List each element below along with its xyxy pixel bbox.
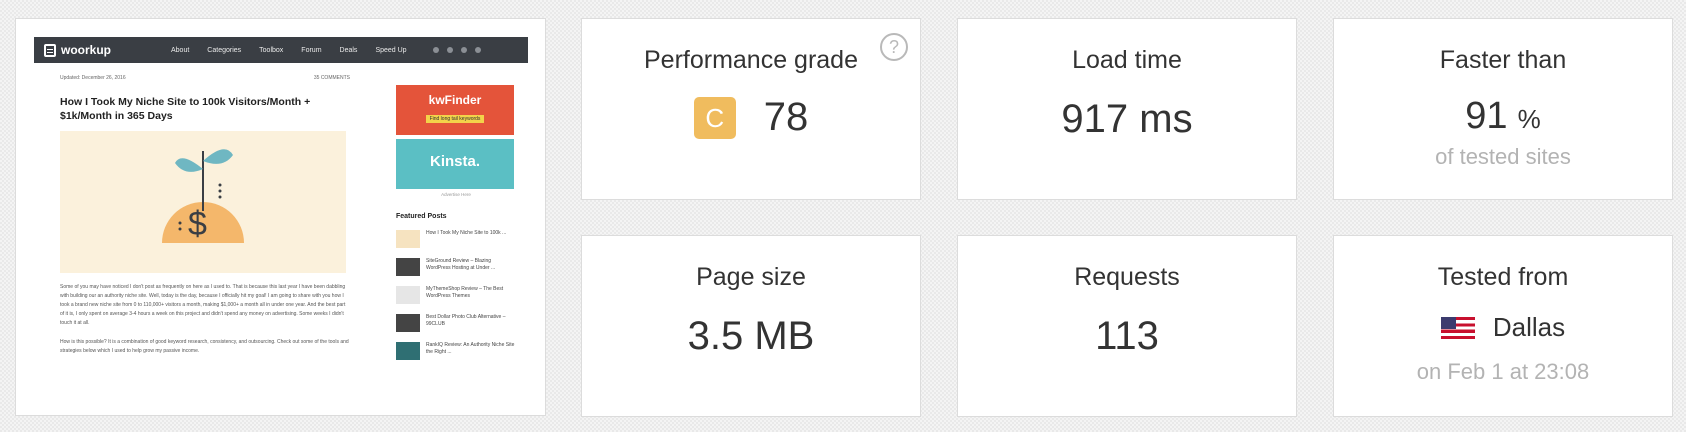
logo-icon — [44, 43, 56, 57]
grade-badge: C — [693, 96, 736, 139]
help-icon[interactable]: ? — [880, 33, 908, 61]
faster-than-label: Faster than — [1439, 46, 1567, 74]
ad-brand: Kinsta. — [429, 153, 480, 170]
load-time-value: 917 ms — [1061, 97, 1193, 141]
faster-than-value: 91 — [1465, 95, 1508, 137]
social-icon — [460, 47, 467, 53]
faster-than-card: Faster than 91% of tested sites — [1333, 18, 1673, 200]
site-name: woorkup — [61, 43, 111, 57]
featured-title: SiteGround Review – Blazing WordPress Ho… — [426, 258, 496, 271]
test-location: Dallas — [1492, 312, 1566, 342]
requests-label: Requests — [1074, 263, 1180, 291]
performance-grade-label: Performance grade — [643, 46, 858, 74]
site-logo: woorkup — [44, 43, 111, 57]
requests-value: 113 — [1095, 314, 1159, 358]
post-updated: Updated: December 26, 2016 — [60, 75, 126, 81]
featured-thumb — [396, 230, 420, 248]
featured-item: RankIQ Review: An Authority Niche Site t… — [396, 342, 516, 360]
site-article: Updated: December 26, 2016 35 COMMENTS H… — [60, 75, 350, 356]
nav-link: Speed Up — [375, 46, 407, 54]
page-size-label: Page size — [696, 263, 806, 291]
post-meta: Updated: December 26, 2016 35 COMMENTS — [60, 75, 350, 81]
featured-thumb — [396, 342, 420, 360]
ad-tagline: Find long tail keywords — [425, 115, 485, 123]
social-icon — [432, 47, 439, 53]
featured-title: Best Dollar Photo Club Alternative – 99C… — [426, 314, 506, 327]
hero-illustration: $ — [60, 131, 346, 273]
featured-item: SiteGround Review – Blazing WordPress Ho… — [396, 258, 516, 276]
featured-item: MyThemeShop Review – The Best WordPress … — [396, 286, 516, 304]
page-screenshot: woorkup About Categories Toolbox Forum D… — [34, 37, 528, 407]
featured-thumb — [396, 258, 420, 276]
faster-than-row: 91% — [1334, 95, 1672, 138]
featured-title: How I Took My Niche Site to 100k ... — [426, 230, 507, 236]
featured-title: RankIQ Review: An Authority Niche Site t… — [426, 342, 515, 355]
grade-value: 78 — [763, 95, 809, 139]
featured-thumb — [396, 286, 420, 304]
load-time-label: Load time — [1072, 46, 1182, 74]
post-comments: 35 COMMENTS — [313, 75, 350, 81]
grade-row: C 78 — [582, 95, 920, 140]
site-nav-bar: woorkup About Categories Toolbox Forum D… — [34, 37, 528, 63]
post-paragraph: How is this possible? It is a combinatio… — [60, 339, 349, 354]
nav-link: Deals — [339, 46, 358, 54]
featured-heading: Featured Posts — [396, 213, 447, 220]
us-flag-icon — [1440, 316, 1475, 339]
nav-link: Categories — [207, 46, 242, 54]
featured-title: MyThemeShop Review – The Best WordPress … — [426, 286, 504, 299]
svg-text:$: $ — [188, 205, 207, 243]
nav-link: Toolbox — [259, 46, 284, 54]
ad-banner: kwFinder Find long tail keywords — [396, 85, 514, 135]
load-time-card: Load time 917 ms — [957, 18, 1297, 200]
test-date: on Feb 1 at 23:08 — [1416, 359, 1590, 384]
nav-link: About — [171, 46, 190, 54]
faster-than-subtext: of tested sites — [1435, 144, 1571, 169]
featured-thumb — [396, 314, 420, 332]
requests-card: Requests 113 — [957, 235, 1297, 417]
page-size-value: 3.5 MB — [687, 314, 815, 358]
featured-item: Best Dollar Photo Club Alternative – 99C… — [396, 314, 516, 332]
social-icon — [474, 47, 481, 53]
social-icon — [446, 47, 453, 53]
featured-item: How I Took My Niche Site to 100k ... — [396, 230, 516, 248]
page-screenshot-card: woorkup About Categories Toolbox Forum D… — [15, 18, 546, 416]
location-row: Dallas — [1334, 312, 1672, 343]
tested-from-label: Tested from — [1437, 263, 1569, 291]
tested-from-card: Tested from Dallas on Feb 1 at 23:08 — [1333, 235, 1673, 417]
ad-banner: Kinsta. — [396, 139, 514, 189]
site-sidebar: kwFinder Find long tail keywords Kinsta.… — [396, 85, 516, 360]
faster-than-unit: % — [1517, 104, 1541, 134]
advertise-note: Advertise Here — [441, 192, 471, 197]
nav-link: Forum — [301, 46, 322, 54]
performance-grade-card: ? Performance grade C 78 — [581, 18, 921, 200]
ad-brand: kwFinder — [428, 93, 482, 107]
page-size-card: Page size 3.5 MB — [581, 235, 921, 417]
post-title: How I Took My Niche Site to 100k Visitor… — [60, 96, 311, 122]
plant-dollar-icon: $ — [162, 149, 244, 243]
post-paragraph: Some of you may have noticed I don't pos… — [60, 284, 346, 326]
